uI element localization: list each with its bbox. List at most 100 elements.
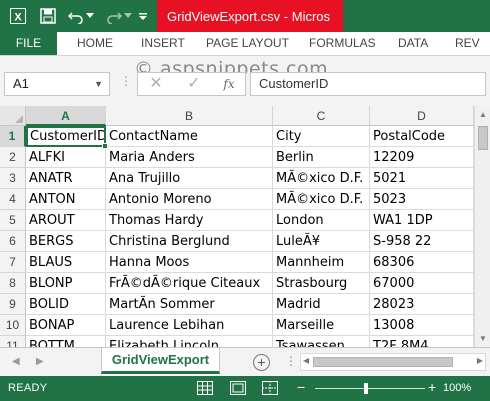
tab-review[interactable]: REV [455, 32, 480, 55]
redo-icon[interactable] [104, 6, 124, 26]
cell-d4[interactable]: 5023 [370, 189, 474, 210]
cell-c1[interactable]: City [273, 126, 370, 147]
row-header-9[interactable]: 9 [0, 294, 26, 315]
cell-d10[interactable]: 13008 [370, 315, 474, 336]
cell-a9[interactable]: BOLID [26, 294, 106, 315]
cell-b1[interactable]: ContactName [106, 126, 273, 147]
cell-b6[interactable]: Christina Berglund [106, 231, 273, 252]
vertical-scrollbar[interactable]: ▲ ▼ [474, 106, 490, 347]
cell-a10[interactable]: BONAP [26, 315, 106, 336]
cell-a5[interactable]: AROUT [26, 210, 106, 231]
cell-b5[interactable]: Thomas Hardy [106, 210, 273, 231]
row-header-2[interactable]: 2 [0, 147, 26, 168]
cell-b9[interactable]: MartÃ­n Sommer [106, 294, 273, 315]
cell-c6[interactable]: LuleÃ¥ [273, 231, 370, 252]
customize-toolbar-icon[interactable] [136, 6, 150, 26]
cell-a4[interactable]: ANTON [26, 189, 106, 210]
row-header-5[interactable]: 5 [0, 210, 26, 231]
cell-c7[interactable]: Mannheim [273, 252, 370, 273]
excel-logo-icon[interactable]: X [8, 6, 28, 26]
cell-d3[interactable]: 5021 [370, 168, 474, 189]
column-header-b[interactable]: B [106, 106, 273, 126]
zoom-level[interactable]: 100% [443, 382, 471, 394]
zoom-slider-thumb[interactable] [364, 383, 368, 394]
enter-icon[interactable]: ✓ [186, 76, 202, 92]
page-layout-view-icon[interactable] [230, 381, 246, 395]
cell-d7[interactable]: 68306 [370, 252, 474, 273]
horizontal-scroll-thumb[interactable] [313, 357, 453, 367]
tab-page-layout[interactable]: PAGE LAYOUT [206, 32, 289, 55]
tab-file[interactable]: FILE [0, 32, 57, 55]
add-sheet-icon[interactable]: + [253, 354, 270, 371]
column-header-a[interactable]: A [26, 106, 106, 126]
cell-b7[interactable]: Hanna Moos [106, 252, 273, 273]
scroll-down-icon[interactable]: ▼ [478, 334, 488, 343]
fill-handle[interactable] [102, 143, 108, 149]
cell-b2[interactable]: Maria Anders [106, 147, 273, 168]
cell-a1[interactable]: CustomerID [26, 126, 106, 147]
row-header-10[interactable]: 10 [0, 315, 26, 336]
name-box[interactable]: A1 ▼ [4, 72, 110, 96]
cell-d1[interactable]: PostalCode [370, 126, 474, 147]
zoom-out-icon[interactable]: − [297, 379, 305, 395]
scroll-left-icon[interactable]: ◀ [303, 356, 309, 365]
tab-data[interactable]: DATA [398, 32, 428, 55]
cell-d11[interactable]: T2F 8M4 [370, 336, 474, 347]
cell-d8[interactable]: 67000 [370, 273, 474, 294]
previous-sheet-icon[interactable]: ◀ [12, 356, 20, 367]
cell-b3[interactable]: Ana Trujillo [106, 168, 273, 189]
cell-b11[interactable]: Elizabeth Lincoln [106, 336, 273, 347]
cell-c11[interactable]: Tsawassen [273, 336, 370, 347]
tab-split-grip[interactable]: ⋮ [285, 354, 297, 368]
scroll-right-icon[interactable]: ▶ [477, 356, 483, 365]
cell-d9[interactable]: 28023 [370, 294, 474, 315]
insert-function-icon[interactable]: fx [221, 76, 237, 92]
sheet-tab-gridviewexport[interactable]: GridViewExport [101, 348, 220, 374]
cell-c9[interactable]: Madrid [273, 294, 370, 315]
scroll-up-icon[interactable]: ▲ [478, 110, 488, 119]
vertical-scroll-thumb[interactable] [478, 126, 488, 150]
row-header-11[interactable]: 11 [0, 336, 26, 347]
formula-input[interactable]: CustomerID [250, 72, 486, 96]
undo-icon[interactable] [66, 6, 86, 26]
cell-a8[interactable]: BLONP [26, 273, 106, 294]
column-header-d[interactable]: D [370, 106, 474, 126]
cancel-icon[interactable]: ✕ [148, 76, 164, 92]
cell-c8[interactable]: Strasbourg [273, 273, 370, 294]
row-header-4[interactable]: 4 [0, 189, 26, 210]
column-header-c[interactable]: C [273, 106, 370, 126]
next-sheet-icon[interactable]: ▶ [36, 356, 44, 367]
cell-b4[interactable]: Antonio Moreno [106, 189, 273, 210]
tab-insert[interactable]: INSERT [141, 32, 185, 55]
cell-c3[interactable]: MÃ©xico D.F. [273, 168, 370, 189]
cell-c2[interactable]: Berlin [273, 147, 370, 168]
cell-c4[interactable]: MÃ©xico D.F. [273, 189, 370, 210]
cell-b10[interactable]: Laurence Lebihan [106, 315, 273, 336]
row-header-6[interactable]: 6 [0, 231, 26, 252]
zoom-slider[interactable] [315, 388, 425, 389]
cell-b8[interactable]: FrÃ©dÃ©rique Citeaux [106, 273, 273, 294]
cell-a7[interactable]: BLAUS [26, 252, 106, 273]
cell-c5[interactable]: London [273, 210, 370, 231]
cell-a11[interactable]: BOTTM [26, 336, 106, 347]
chevron-down-icon[interactable]: ▼ [94, 73, 103, 95]
zoom-in-icon[interactable]: + [428, 379, 436, 395]
row-header-3[interactable]: 3 [0, 168, 26, 189]
cell-c10[interactable]: Marseille [273, 315, 370, 336]
redo-dropdown-icon[interactable] [122, 6, 134, 26]
select-all-button[interactable] [0, 106, 26, 126]
page-break-preview-icon[interactable] [262, 381, 278, 395]
cell-d6[interactable]: S-958 22 [370, 231, 474, 252]
tab-home[interactable]: HOME [77, 32, 113, 55]
undo-dropdown-icon[interactable] [84, 6, 96, 26]
cell-a3[interactable]: ANATR [26, 168, 106, 189]
save-icon[interactable] [38, 6, 58, 26]
cell-a2[interactable]: ALFKI [26, 147, 106, 168]
row-header-1[interactable]: 1 [0, 126, 26, 147]
cell-d2[interactable]: 12209 [370, 147, 474, 168]
row-header-7[interactable]: 7 [0, 252, 26, 273]
tab-formulas[interactable]: FORMULAS [309, 32, 376, 55]
cell-d5[interactable]: WA1 1DP [370, 210, 474, 231]
horizontal-scrollbar[interactable]: ◀ ▶ [300, 353, 486, 371]
cell-a6[interactable]: BERGS [26, 231, 106, 252]
